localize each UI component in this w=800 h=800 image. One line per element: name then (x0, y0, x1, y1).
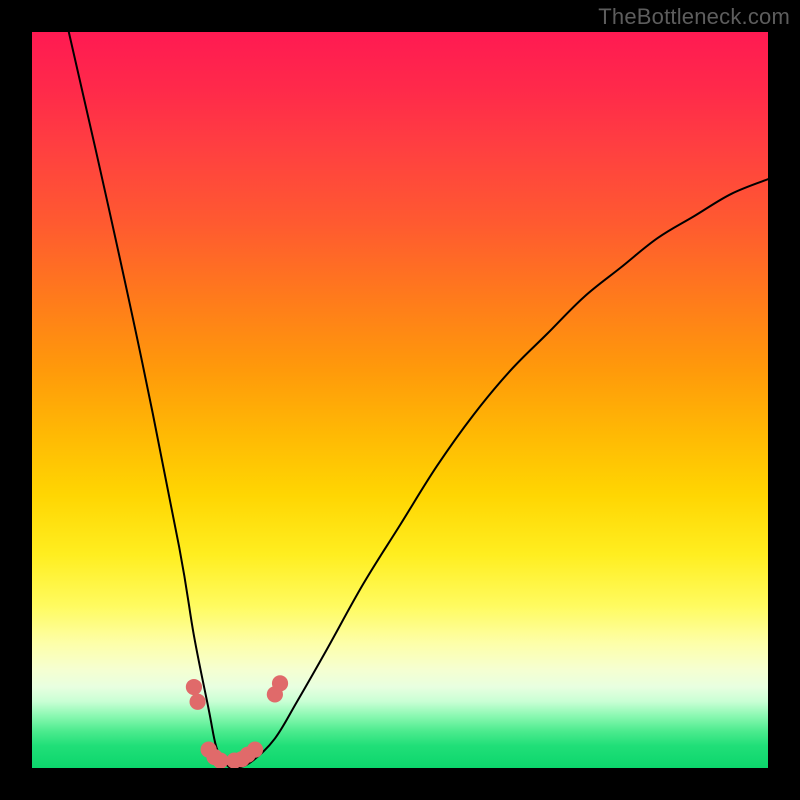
watermark-text: TheBottleneck.com (598, 4, 790, 30)
data-marker (190, 694, 206, 710)
curve-path (69, 32, 768, 768)
data-marker (186, 679, 202, 695)
chart-frame: TheBottleneck.com (0, 0, 800, 800)
data-marker (247, 742, 263, 758)
bottleneck-curve (32, 32, 768, 768)
plot-area (32, 32, 768, 768)
data-marker (212, 753, 228, 768)
data-marker (272, 675, 288, 691)
